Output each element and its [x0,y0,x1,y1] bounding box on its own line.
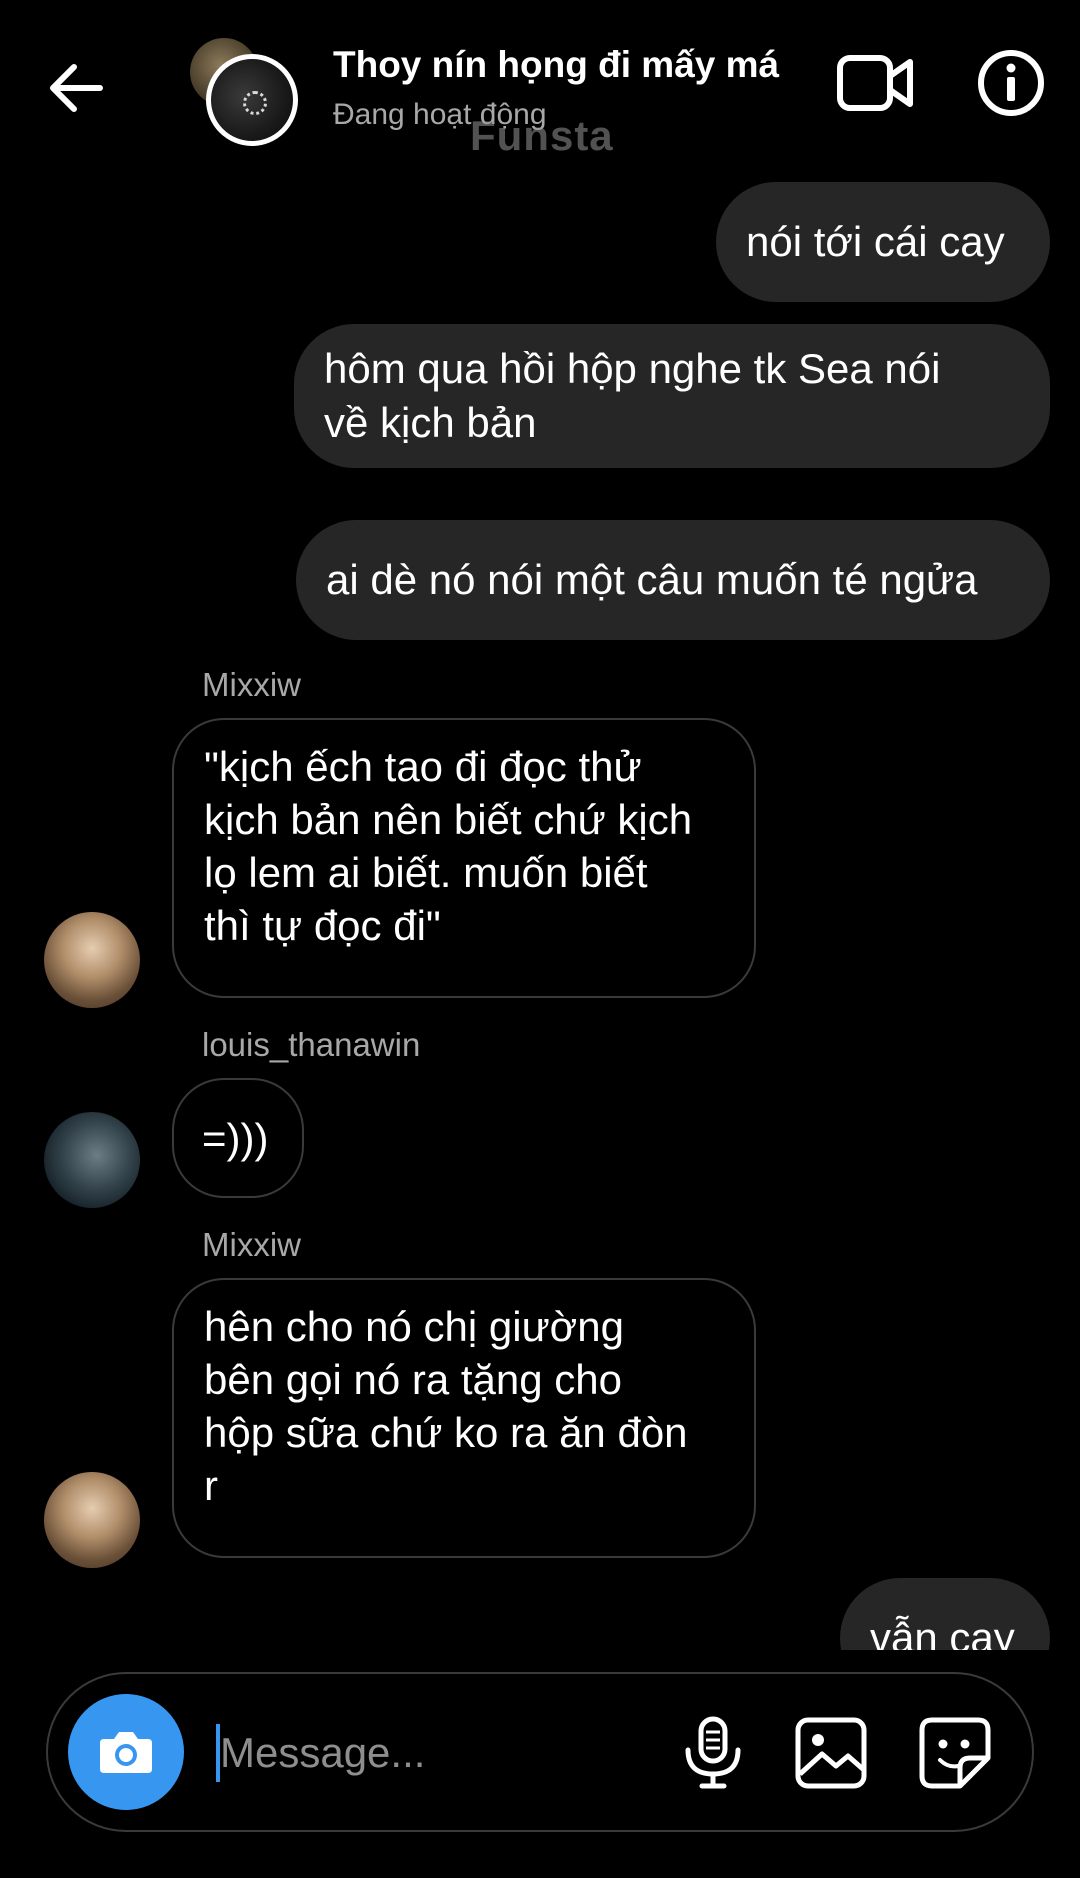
video-call-button[interactable] [836,50,916,116]
sticker-icon [919,1717,991,1789]
loading-icon [243,91,267,115]
thread-header: Thoy nín họng đi mấy má Đang hoạt động F… [0,0,1080,170]
thread-title[interactable]: Thoy nín họng đi mấy má [333,44,779,86]
message-input[interactable] [218,1720,522,1786]
outgoing-message[interactable]: vẫn cay [840,1578,1050,1650]
avatar[interactable] [44,1472,140,1568]
incoming-message[interactable]: hên cho nó chị giường bên gọi nó ra tặng… [172,1278,756,1558]
video-camera-icon [837,55,913,111]
sender-name: Mixxiw [202,1226,301,1263]
camera-icon [100,1732,152,1773]
voice-message-button[interactable] [678,1716,748,1790]
dm-thread-screen: Thoy nín họng đi mấy má Đang hoạt động F… [0,0,1080,1878]
outgoing-message[interactable]: ai dè nó nói một câu muốn té ngửa [296,520,1050,640]
avatar[interactable] [44,912,140,1008]
message-list[interactable]: nói tới cái cay hôm qua hồi hộp nghe tk … [0,170,1080,1650]
avatar[interactable] [44,1112,140,1208]
camera-button[interactable] [68,1694,184,1810]
sender-name: louis_thanawin [202,1026,421,1063]
arrow-left-icon [50,64,103,112]
microphone-icon [685,1716,741,1789]
image-icon [795,1717,867,1789]
member-avatar-front [206,54,298,146]
info-icon [978,50,1044,116]
watermark: Funsta [470,112,614,159]
gallery-button[interactable] [794,1716,868,1790]
sticker-button[interactable] [918,1716,992,1790]
sender-name: Mixxiw [202,666,301,703]
message-composer [46,1672,1034,1832]
outgoing-message[interactable]: hôm qua hồi hộp nghe tk Sea nói về kịch … [294,324,1050,468]
incoming-message[interactable]: =))) [172,1078,304,1198]
incoming-message[interactable]: "kịch ếch tao đi đọc thử kịch bản nên bi… [172,718,756,998]
group-avatar[interactable] [188,38,300,146]
back-button[interactable] [40,52,112,124]
outgoing-message[interactable]: nói tới cái cay [716,182,1050,302]
info-button[interactable] [976,48,1046,118]
